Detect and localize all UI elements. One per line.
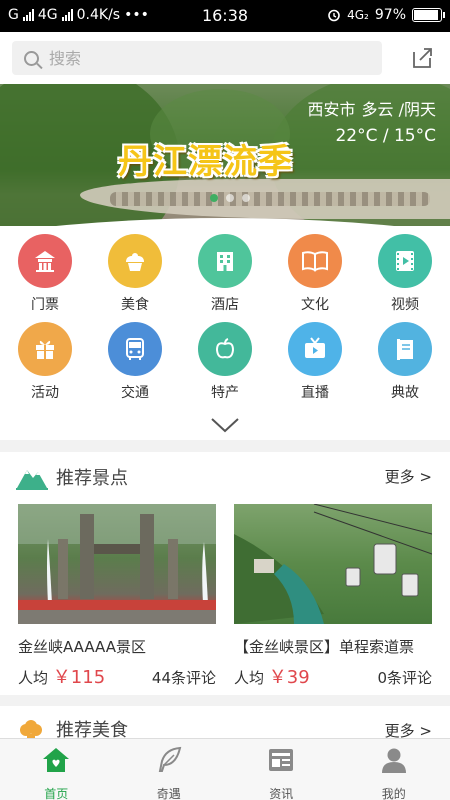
price-prefix: 人均 <box>234 669 265 687</box>
weather-temperature: 22°C / 15°C <box>335 126 436 146</box>
category-live[interactable]: 直播 <box>270 322 360 402</box>
category-food[interactable]: 美食 <box>90 234 180 314</box>
news-icon <box>269 749 294 771</box>
story-book-icon <box>378 322 432 376</box>
apple-icon <box>198 322 252 376</box>
scenic-price: ￥39 <box>268 667 310 688</box>
food-section-header: 推荐美食 更多 > <box>0 712 450 738</box>
more-link[interactable]: 更多 > <box>385 720 432 738</box>
banner-title: 丹江漂流季 <box>118 142 293 182</box>
section-title: 推荐景点 <box>56 468 128 489</box>
category-label: 美食 <box>121 297 149 313</box>
category-label: 特产 <box>211 385 239 401</box>
tab-label: 我的 <box>381 787 406 800</box>
category-stories[interactable]: 典故 <box>360 322 450 402</box>
category-label: 门票 <box>31 297 59 313</box>
scenic-name: 【金丝峡景区】单程索道票 <box>234 638 415 656</box>
category-label: 文化 <box>301 297 329 313</box>
category-hotel[interactable]: 酒店 <box>180 234 270 314</box>
review-count: 44条评论 <box>151 669 216 687</box>
category-specialty[interactable]: 特产 <box>180 322 270 402</box>
scenic-photo <box>18 504 216 624</box>
mountain-icon <box>16 470 48 490</box>
share-icon[interactable] <box>410 46 434 70</box>
weather-condition: 多云 /阴天 <box>361 100 436 119</box>
scenic-section: 推荐景点 更多 > 金丝峡AAAAA景区 人均 ￥115 44条评论 【金丝峡景… <box>0 452 450 695</box>
category-tickets[interactable]: 门票 <box>0 234 90 314</box>
temple-icon <box>18 234 72 288</box>
category-culture[interactable]: 文化 <box>270 234 360 314</box>
category-transport[interactable]: 交通 <box>90 322 180 402</box>
tab-label: 资讯 <box>269 787 294 800</box>
category-label: 视频 <box>391 297 419 313</box>
category-label: 活动 <box>31 385 59 401</box>
book-icon <box>288 234 342 288</box>
cupcake-icon <box>108 234 162 288</box>
alarm-icon <box>328 9 340 22</box>
tab-label: 奇遇 <box>156 787 181 800</box>
tv-icon <box>288 322 342 376</box>
search-header <box>0 32 450 84</box>
user-icon <box>381 748 406 773</box>
carousel-dots <box>210 194 250 202</box>
scenic-card[interactable]: 金丝峡AAAAA景区 人均 ￥115 44条评论 <box>18 504 216 689</box>
tab-profile[interactable]: 我的 <box>338 739 450 800</box>
status-bar: G 4G 0.4K/s ••• 16:38 4G₂ 97% <box>0 0 450 32</box>
feather-icon <box>158 746 182 772</box>
section-title: 推荐美食 <box>56 720 128 738</box>
bottom-tab-bar: 首页 奇遇 资讯 我的 <box>0 738 450 800</box>
weather-widget: 西安市 多云 /阴天 22°C / 15°C <box>302 96 437 146</box>
building-icon <box>198 234 252 288</box>
scenic-name: 金丝峡AAAAA景区 <box>18 638 146 656</box>
price-prefix: 人均 <box>18 669 49 687</box>
category-label: 典故 <box>391 385 419 401</box>
tab-home[interactable]: 首页 <box>0 739 113 800</box>
category-label: 酒店 <box>211 297 239 313</box>
chevron-down-icon[interactable] <box>209 416 241 434</box>
review-count: 0条评论 <box>377 669 432 687</box>
battery-percent: 97% <box>374 7 406 23</box>
scenic-photo <box>234 504 432 624</box>
food-icon <box>20 720 42 738</box>
tab-discover[interactable]: 奇遇 <box>113 739 226 800</box>
search-icon <box>24 50 39 66</box>
weather-city: 西安市 <box>307 100 356 119</box>
battery-icon <box>412 8 445 22</box>
category-grid: 门票 美食 酒店 文化 视频 活动 交通 特产 直播 典故 <box>0 218 450 440</box>
scenic-card[interactable]: 【金丝峡景区】单程索道票 人均 ￥39 0条评论 <box>234 504 432 689</box>
category-events[interactable]: 活动 <box>0 322 90 402</box>
film-icon <box>378 234 432 288</box>
scenic-section-header: 推荐景点 更多 > <box>0 452 450 496</box>
tab-label: 首页 <box>44 787 69 800</box>
bus-icon <box>108 322 162 376</box>
scenic-price: ￥115 <box>52 667 106 688</box>
category-label: 交通 <box>121 385 149 401</box>
category-label: 直播 <box>301 385 329 401</box>
search-bar[interactable] <box>12 41 382 75</box>
network-right-label: 4G₂ <box>347 8 369 22</box>
home-icon <box>43 748 70 772</box>
promo-banner[interactable]: 丹江漂流季 西安市 多云 /阴天 22°C / 15°C <box>0 84 450 226</box>
search-input[interactable] <box>49 48 349 68</box>
gift-icon <box>18 322 72 376</box>
category-video[interactable]: 视频 <box>360 234 450 314</box>
food-section: 推荐美食 更多 > <box>0 706 450 738</box>
more-link[interactable]: 更多 > <box>385 466 432 487</box>
tab-news[interactable]: 资讯 <box>225 739 338 800</box>
